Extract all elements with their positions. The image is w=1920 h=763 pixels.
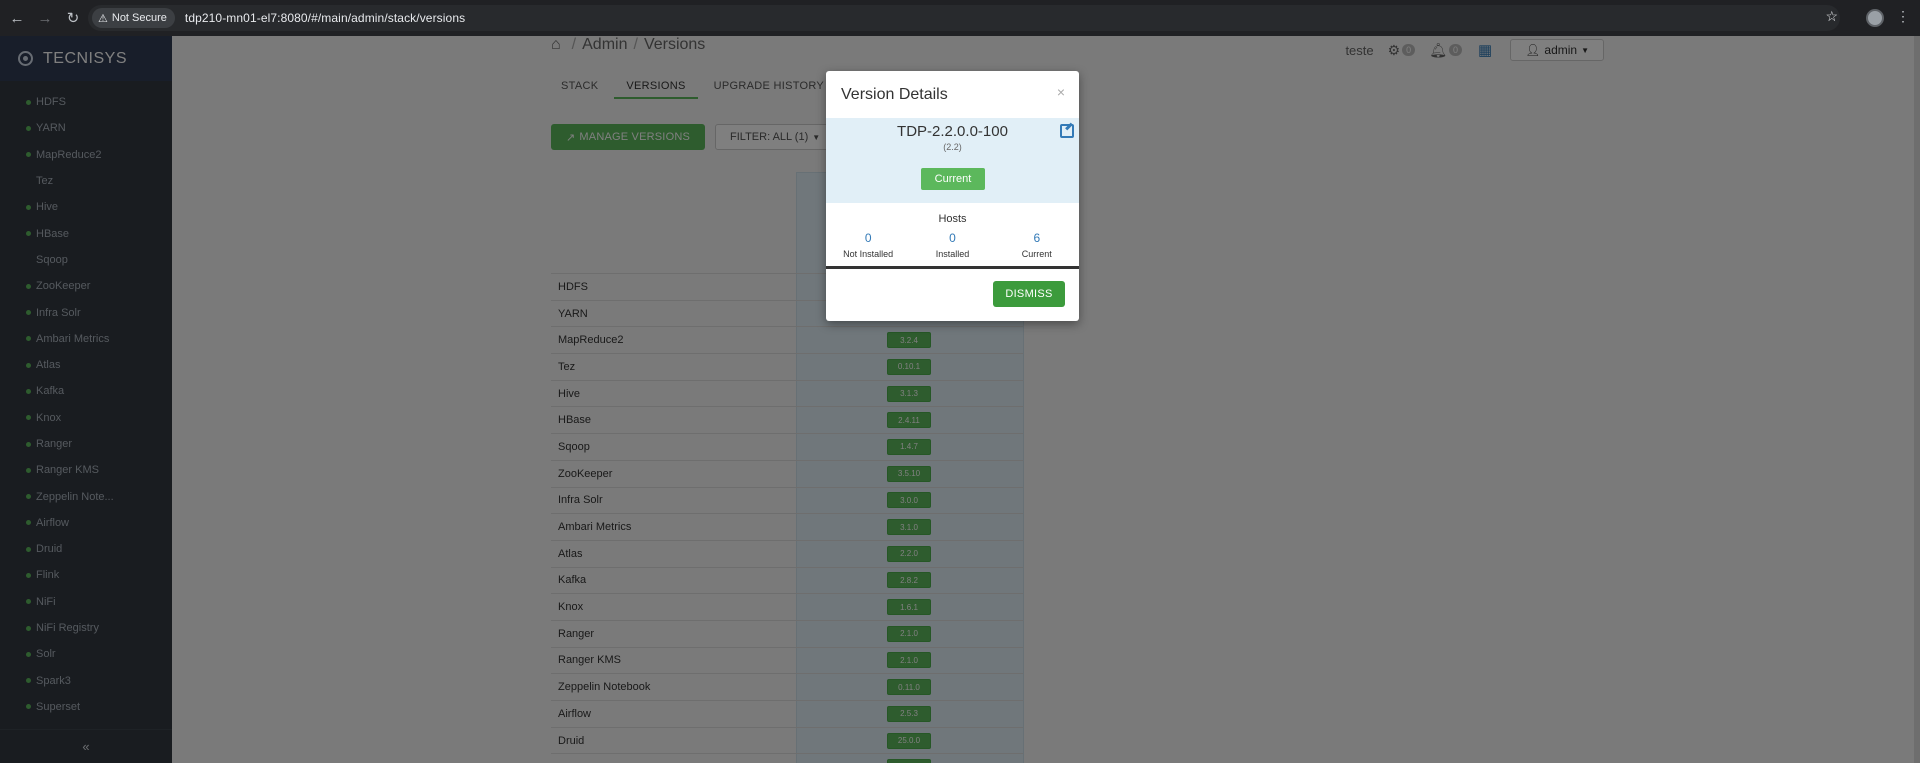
not-secure-chip[interactable]: ⚠ Not Secure [92,8,175,28]
not-secure-label: Not Secure [111,12,167,24]
edit-icon[interactable] [1060,124,1074,138]
host-count-label: Installed [935,249,970,259]
host-stat-current: 6 Current [997,231,1077,259]
host-count-label: Current [1021,249,1052,259]
hosts-title: Hosts [938,213,967,225]
dismiss-button[interactable]: DISMISS [993,281,1065,307]
version-name: TDP-2.2.0.0-100 [897,123,1008,140]
version-summary: TDP-2.2.0.0-100 (2.2) Current [826,118,1079,203]
version-short: (2.2) [943,142,962,152]
hosts-stats: 0 Not Installed 0 Installed 6 Current [826,231,1079,259]
profile-avatar[interactable] [1866,9,1884,27]
back-icon[interactable]: ← [6,7,28,29]
host-stat-installed: 0 Installed [912,231,992,259]
modal-title: Version Details [841,86,948,103]
version-details-modal: Version Details × TDP-2.2.0.0-100 (2.2) … [826,71,1079,321]
hosts-summary: Hosts 0 Not Installed 0 Installed 6 Current [826,203,1079,269]
browser-toolbar: ← → ↻ ⚠ Not Secure tdp210-mn01-el7:8080/… [0,0,1920,36]
url-text[interactable]: tdp210-mn01-el7:8080/#/main/admin/stack/… [185,11,465,25]
browser-menu-icon[interactable]: ⋮ [1896,8,1910,25]
close-icon[interactable]: × [1057,84,1065,100]
host-count-label: Not Installed [843,249,894,259]
modal-header: Version Details × [826,71,1079,119]
reload-icon[interactable]: ↻ [62,7,84,29]
host-count-link[interactable]: 0 [828,231,908,245]
warning-icon: ⚠ [98,12,108,25]
host-stat-not-installed: 0 Not Installed [828,231,908,259]
bookmark-star-icon[interactable]: ☆ [1825,8,1838,25]
forward-icon[interactable]: → [34,7,56,29]
host-count-link[interactable]: 6 [997,231,1077,245]
current-status-button[interactable]: Current [921,168,985,190]
address-bar[interactable]: ⚠ Not Secure tdp210-mn01-el7:8080/#/main… [88,5,1840,31]
host-count-link[interactable]: 0 [912,231,992,245]
